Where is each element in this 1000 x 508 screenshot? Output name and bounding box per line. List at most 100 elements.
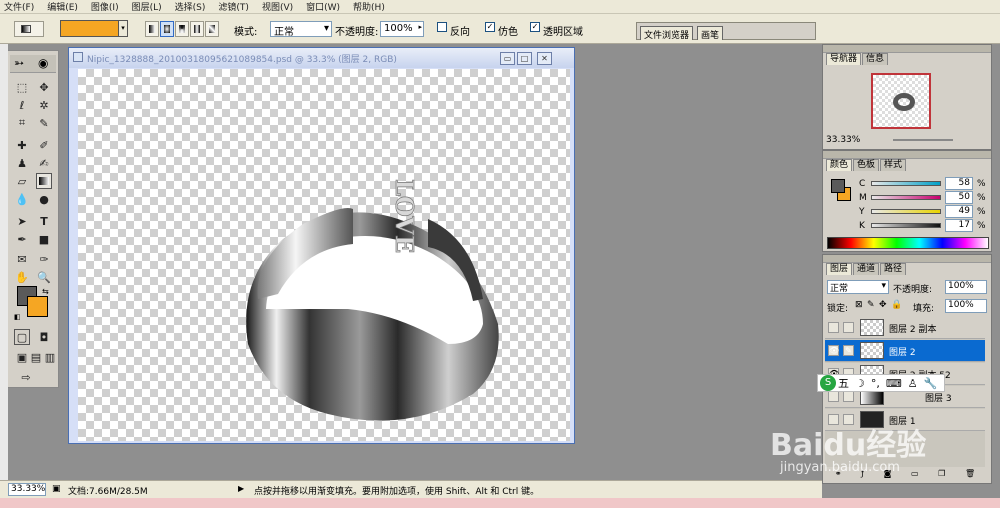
yellow-slider[interactable]	[871, 209, 941, 214]
lock-transparency-icon[interactable]: ⊠	[855, 300, 863, 310]
magenta-slider[interactable]	[871, 195, 941, 200]
magic-wand-icon[interactable]: ✲	[36, 97, 52, 113]
canvas[interactable]: LOVE	[78, 69, 570, 441]
yellow-input[interactable]: 49	[945, 205, 973, 218]
angle-gradient-button[interactable]	[175, 21, 189, 37]
tab-swatches[interactable]: 色板	[853, 159, 880, 171]
path-select-icon[interactable]: ➤	[14, 213, 30, 229]
standard-mode-button[interactable]: ▢	[14, 329, 30, 345]
brush-icon[interactable]: ✐	[36, 137, 52, 153]
color-fg-swatch[interactable]	[831, 179, 845, 193]
menu-help[interactable]: 帮助(H)	[353, 0, 385, 13]
layer-opacity-input[interactable]: 100%	[945, 280, 987, 294]
notes-icon[interactable]: ✉	[14, 251, 30, 267]
tab-styles[interactable]: 样式	[880, 159, 907, 171]
close-button[interactable]: ✕	[537, 52, 552, 65]
background-color-swatch[interactable]	[27, 296, 48, 317]
status-zoom[interactable]: 33.33%	[8, 483, 46, 496]
history-brush-icon[interactable]: ✍	[36, 155, 52, 171]
visibility-toggle[interactable]	[828, 322, 839, 333]
blend-mode-select[interactable]: 正常 ▾	[827, 280, 889, 294]
menu-filter[interactable]: 滤镜(T)	[218, 0, 249, 13]
tab-navigator[interactable]: 导航器	[826, 53, 862, 65]
gradient-picker[interactable]: ▾	[60, 20, 128, 37]
color-ramp[interactable]	[827, 237, 989, 249]
move-icon[interactable]: ✥	[36, 79, 52, 95]
menu-edit[interactable]: 编辑(E)	[47, 0, 78, 13]
cyan-input[interactable]: 58	[945, 177, 973, 190]
type-icon[interactable]: T	[36, 213, 52, 229]
eye-icon[interactable]: 👁	[828, 345, 839, 356]
black-input[interactable]: 17	[945, 219, 973, 232]
hand-icon[interactable]: ✋	[14, 269, 30, 285]
shape-icon[interactable]: ■	[36, 231, 52, 247]
screen-mode-full-icon[interactable]: ▥	[42, 349, 58, 365]
menu-view[interactable]: 视图(V)	[262, 0, 293, 13]
layer-row[interactable]: 图层 2 副本	[825, 317, 985, 339]
punctuation-icon[interactable]: °,	[871, 377, 880, 390]
clone-stamp-icon[interactable]: ♟	[14, 155, 30, 171]
reflected-gradient-button[interactable]	[190, 21, 204, 37]
layers-titlebar[interactable]	[823, 255, 991, 263]
mode-select[interactable]: 正常 ▾	[270, 21, 332, 38]
new-layer-icon[interactable]: ❐	[938, 469, 945, 481]
quick-mask-button[interactable]: ◘	[36, 329, 52, 345]
eraser-icon[interactable]: ▱	[14, 173, 30, 189]
linear-gradient-button[interactable]	[145, 21, 159, 37]
tab-brushes[interactable]: 画笔	[697, 26, 724, 41]
slice-icon[interactable]: ✎	[36, 115, 52, 131]
navigator-zoom[interactable]: 33.33%	[826, 135, 860, 145]
opacity-input[interactable]: 100% ▸	[380, 21, 424, 37]
dither-checkbox[interactable]: ✓	[485, 22, 495, 32]
magenta-input[interactable]: 50	[945, 191, 973, 204]
trash-icon[interactable]: 🗑	[965, 469, 975, 481]
color-titlebar[interactable]	[823, 151, 991, 159]
fill-input[interactable]: 100%	[945, 299, 987, 313]
sogou-icon[interactable]: S	[820, 375, 836, 391]
visibility-toggle[interactable]	[828, 391, 839, 402]
user-icon[interactable]: ♙	[908, 377, 918, 390]
menu-layer[interactable]: 图层(L)	[132, 0, 162, 13]
folder-icon[interactable]: ▭	[911, 469, 919, 481]
menu-image[interactable]: 图像(I)	[91, 0, 119, 13]
navigator-zoom-slider[interactable]	[893, 139, 953, 141]
link-toggle[interactable]	[843, 322, 854, 333]
lock-move-icon[interactable]: ✥	[879, 300, 887, 310]
arrow-right-icon[interactable]: ▶	[238, 484, 244, 493]
swap-colors-icon[interactable]: ⇆	[42, 287, 49, 296]
jump-to-imageready-icon[interactable]: ⇨	[18, 369, 34, 385]
cyan-slider[interactable]	[871, 181, 941, 186]
maximize-button[interactable]: □	[517, 52, 532, 65]
tab-layers[interactable]: 图层	[826, 263, 853, 275]
black-slider[interactable]	[871, 223, 941, 228]
doc-size[interactable]: 文档:7.66M/28.5M	[68, 484, 148, 497]
paintbrush-icon[interactable]: ✎	[843, 345, 854, 356]
minimize-button[interactable]: ▭	[500, 52, 515, 65]
menu-window[interactable]: 窗口(W)	[306, 0, 340, 13]
transparency-checkbox[interactable]: ✓	[530, 22, 540, 32]
menu-select[interactable]: 选择(S)	[175, 0, 206, 13]
zoom-icon[interactable]: 🔍	[36, 269, 52, 285]
tab-color[interactable]: 颜色	[826, 159, 853, 171]
tab-channels[interactable]: 通道	[853, 263, 880, 275]
document-titlebar[interactable]: Nipic_1328888_20100318095621089854.psd @…	[69, 48, 574, 68]
reverse-checkbox[interactable]	[437, 22, 447, 32]
crop-icon[interactable]: ⌗	[14, 115, 30, 131]
marquee-icon[interactable]: ⬚	[14, 79, 30, 95]
tab-info[interactable]: 信息	[862, 53, 889, 65]
dodge-icon[interactable]: ●	[36, 191, 52, 207]
moon-icon[interactable]: ☽	[855, 377, 865, 390]
healing-brush-icon[interactable]: ✚	[14, 137, 30, 153]
lock-paint-icon[interactable]: ✎	[867, 300, 875, 310]
link-toggle[interactable]	[843, 391, 854, 402]
ime-mode-label[interactable]: 五	[838, 375, 849, 391]
eyedropper-icon[interactable]: ✑	[36, 251, 52, 267]
wrench-icon[interactable]: 🔧	[924, 377, 938, 390]
pen-icon[interactable]: ✒	[14, 231, 30, 247]
tab-file-browser[interactable]: 文件浏览器	[640, 26, 694, 41]
tool-preset-button[interactable]	[14, 21, 44, 37]
keyboard-icon[interactable]: ⌨	[886, 377, 902, 390]
lock-all-icon[interactable]: 🔒	[891, 300, 902, 310]
default-colors-icon[interactable]: ◧	[14, 313, 21, 321]
blur-icon[interactable]: 💧	[14, 191, 30, 207]
